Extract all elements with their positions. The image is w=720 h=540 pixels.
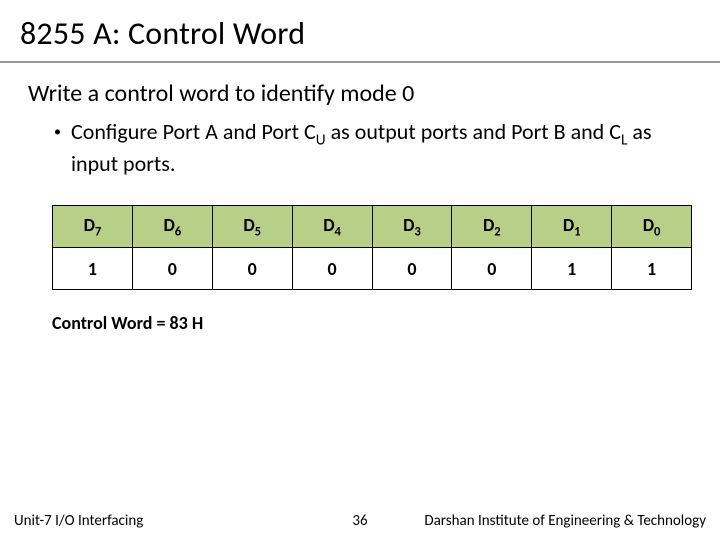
table-cell: 1 — [53, 248, 133, 290]
table-header: D4 — [292, 206, 372, 248]
table-header: D0 — [612, 206, 692, 248]
table-header: D5 — [212, 206, 292, 248]
control-word-table: D7 D6 D5 D4 D3 D2 D1 D0 1 0 0 0 0 0 1 1 — [52, 205, 692, 290]
table-header: D3 — [372, 206, 452, 248]
bullet-dot-icon: • — [54, 123, 61, 141]
table-cell: 0 — [132, 248, 212, 290]
content-area: Write a control word to identify mode 0 … — [0, 63, 720, 334]
table-header: D2 — [452, 206, 532, 248]
bullet-sub1: U — [316, 130, 326, 149]
table-header: D1 — [532, 206, 612, 248]
table-value-row: 1 0 0 0 0 0 1 1 — [53, 248, 692, 290]
footer-institute: Darshan Institute of Engineering & Techn… — [424, 512, 706, 530]
table-cell: 0 — [372, 248, 452, 290]
footer-unit: Unit-7 I/O Interfacing — [14, 512, 143, 530]
subheading: Write a control word to identify mode 0 — [28, 79, 692, 108]
slide-title: 8255 A: Control Word — [0, 0, 720, 63]
table-header-row: D7 D6 D5 D4 D3 D2 D1 D0 — [53, 206, 692, 248]
table-cell: 0 — [452, 248, 532, 290]
bullet-pre: Configure Port A and Port C — [71, 118, 316, 145]
footer-page-number: 36 — [352, 512, 367, 530]
table-header: D7 — [53, 206, 133, 248]
footer: Unit-7 I/O Interfacing 36 Darshan Instit… — [0, 512, 720, 530]
result-text: Control Word = 83 H — [52, 312, 692, 334]
table-cell: 1 — [612, 248, 692, 290]
table-header: D6 — [132, 206, 212, 248]
bullet-item: • Configure Port A and Port CU as output… — [54, 118, 692, 179]
bullet-text: Configure Port A and Port CU as output p… — [71, 118, 692, 179]
bullet-mid: as output ports and Port B and C — [326, 118, 621, 145]
table-cell: 0 — [212, 248, 292, 290]
table-cell: 1 — [532, 248, 612, 290]
table-cell: 0 — [292, 248, 372, 290]
